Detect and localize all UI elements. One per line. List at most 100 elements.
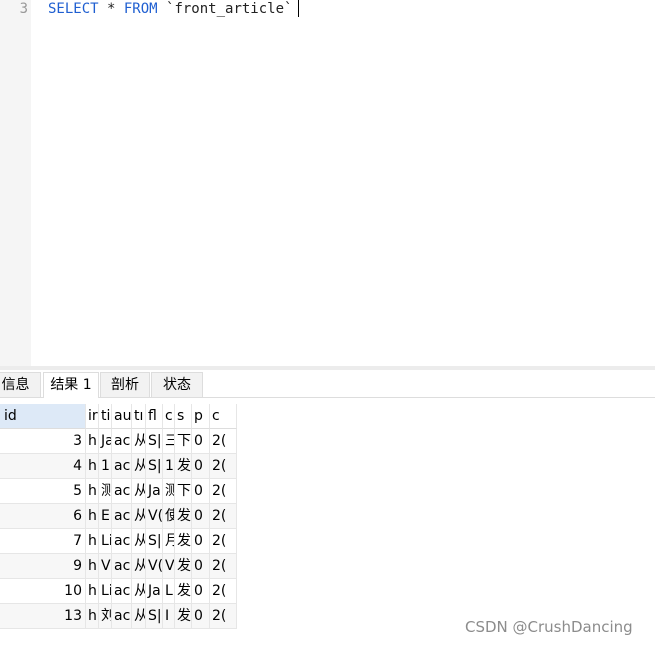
table-cell[interactable]: Ja [146, 479, 163, 504]
table-cell[interactable]: ac [112, 479, 132, 504]
table-cell[interactable]: Li [99, 529, 112, 554]
table-cell[interactable]: 0 [192, 579, 210, 604]
table-cell[interactable]: 发 [175, 579, 192, 604]
sql-table-name: `front_article` [157, 1, 293, 17]
table-cell[interactable]: 从 [132, 529, 146, 554]
table-cell[interactable]: 0 [192, 604, 210, 629]
table-cell[interactable]: 0 [192, 454, 210, 479]
table-cell[interactable]: 月 [163, 529, 175, 554]
table-cell[interactable]: 下 [175, 429, 192, 454]
table-cell[interactable]: 发 [175, 454, 192, 479]
table-cell[interactable]: 发 [175, 604, 192, 629]
table-cell[interactable]: 1 [99, 454, 112, 479]
table-cell[interactable]: I [163, 604, 175, 629]
table-cell[interactable]: 0 [192, 479, 210, 504]
table-cell[interactable]: 三 [163, 429, 175, 454]
tab-status[interactable]: 状态 [151, 372, 203, 397]
table-cell[interactable]: 2( [210, 479, 237, 504]
line-number: 3 [19, 1, 28, 17]
table-cell[interactable]: 2( [210, 529, 237, 554]
cell-id[interactable]: 3 [0, 429, 86, 454]
column-header[interactable]: ir [86, 404, 99, 429]
table-cell[interactable]: 发 [175, 504, 192, 529]
table-cell[interactable]: 从 [132, 454, 146, 479]
table-cell[interactable]: 2( [210, 454, 237, 479]
table-cell[interactable]: ac [112, 429, 132, 454]
table-cell[interactable]: S| [146, 604, 163, 629]
table-cell[interactable]: 从 [132, 504, 146, 529]
table-cell[interactable]: ac [112, 604, 132, 629]
cell-id[interactable]: 5 [0, 479, 86, 504]
cell-id[interactable]: 10 [0, 579, 86, 604]
sql-editor[interactable]: 3 SELECT * FROM `front_article` [0, 0, 655, 366]
table-cell[interactable]: h [86, 454, 99, 479]
table-cell[interactable]: ac [112, 579, 132, 604]
sql-query-line[interactable]: SELECT * FROM `front_article` [48, 0, 300, 18]
column-header[interactable]: au [112, 404, 132, 429]
table-cell[interactable]: 从 [132, 554, 146, 579]
tab-profile[interactable]: 剖析 [100, 372, 150, 397]
table-cell[interactable]: S| [146, 529, 163, 554]
tab-result-1[interactable]: 结果 1 [43, 372, 99, 398]
table-cell[interactable]: 2( [210, 604, 237, 629]
table-cell[interactable]: V [163, 554, 175, 579]
column-header[interactable]: p [192, 404, 210, 429]
sql-keyword-select: SELECT [48, 1, 99, 17]
table-cell[interactable]: S| [146, 429, 163, 454]
column-header[interactable]: tı [132, 404, 146, 429]
table-cell[interactable]: 2( [210, 579, 237, 604]
table-cell[interactable]: 刘 [99, 604, 112, 629]
table-cell[interactable]: ac [112, 554, 132, 579]
table-cell[interactable]: h [86, 579, 99, 604]
table-cell[interactable]: h [86, 479, 99, 504]
table-cell[interactable]: h [86, 604, 99, 629]
tab-info[interactable]: 信息 [0, 372, 41, 397]
table-cell[interactable]: 从 [132, 429, 146, 454]
table-cell[interactable]: 0 [192, 554, 210, 579]
table-cell[interactable]: Ja [99, 429, 112, 454]
column-header-id[interactable]: id [0, 404, 86, 429]
cell-id[interactable]: 6 [0, 504, 86, 529]
column-header[interactable]: ti [99, 404, 112, 429]
cell-id[interactable]: 7 [0, 529, 86, 554]
table-cell[interactable]: 0 [192, 504, 210, 529]
table-cell[interactable]: L [163, 579, 175, 604]
column-header[interactable]: s [175, 404, 192, 429]
table-cell[interactable]: S| [146, 454, 163, 479]
table-cell[interactable]: 发 [175, 529, 192, 554]
table-cell[interactable]: 从 [132, 479, 146, 504]
table-cell[interactable]: 使 [163, 504, 175, 529]
column-header[interactable]: c [163, 404, 175, 429]
table-cell[interactable]: 2( [210, 429, 237, 454]
cell-id[interactable]: 13 [0, 604, 86, 629]
table-cell[interactable]: ac [112, 504, 132, 529]
column-header[interactable]: c [210, 404, 237, 429]
table-cell[interactable]: Li [99, 579, 112, 604]
table-cell[interactable]: 下 [175, 479, 192, 504]
cell-id[interactable]: 9 [0, 554, 86, 579]
table-cell[interactable]: 测 [163, 479, 175, 504]
table-cell[interactable]: h [86, 504, 99, 529]
table-cell[interactable]: h [86, 529, 99, 554]
table-cell[interactable]: 从 [132, 604, 146, 629]
table-cell[interactable]: ac [112, 454, 132, 479]
table-cell[interactable]: El [99, 504, 112, 529]
table-cell[interactable]: Ja [146, 579, 163, 604]
table-cell[interactable]: 发 [175, 554, 192, 579]
column-header[interactable]: fl [146, 404, 163, 429]
table-cell[interactable]: V [99, 554, 112, 579]
table-cell[interactable]: 2( [210, 554, 237, 579]
table-cell[interactable]: 0 [192, 529, 210, 554]
table-cell[interactable]: V( [146, 554, 163, 579]
table-cell[interactable]: h [86, 554, 99, 579]
table-cell[interactable]: ac [112, 529, 132, 554]
table-cell[interactable]: 2( [210, 504, 237, 529]
cell-id[interactable]: 4 [0, 454, 86, 479]
table-cell[interactable]: V( [146, 504, 163, 529]
table-cell[interactable]: 0 [192, 429, 210, 454]
text-caret [298, 0, 300, 17]
table-cell[interactable]: 1( [163, 454, 175, 479]
table-cell[interactable]: 测 [99, 479, 112, 504]
table-cell[interactable]: 从 [132, 579, 146, 604]
table-cell[interactable]: h [86, 429, 99, 454]
